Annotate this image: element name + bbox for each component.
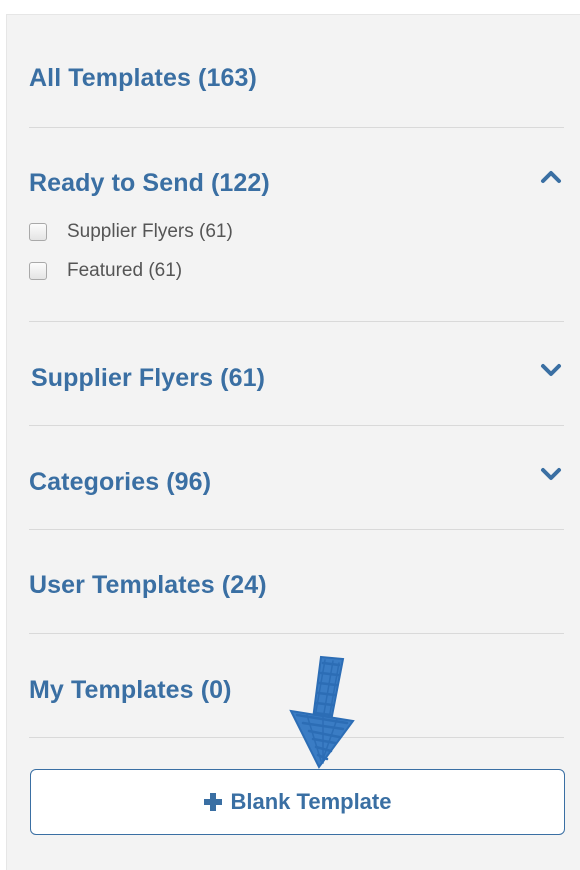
filter-supplier-flyers[interactable]: Supplier Flyers (61) bbox=[29, 220, 233, 244]
featured-checkbox[interactable] bbox=[29, 262, 47, 280]
chevron-down-icon[interactable] bbox=[538, 360, 564, 380]
blank-template-label: Blank Template bbox=[230, 789, 392, 814]
divider bbox=[29, 633, 564, 634]
plus-icon bbox=[203, 793, 222, 811]
supplier-flyers-header[interactable]: Supplier Flyers (61) bbox=[31, 364, 265, 393]
supplier-flyers-checkbox[interactable] bbox=[29, 223, 47, 241]
hand-drawn-arrow-icon bbox=[289, 655, 355, 769]
divider bbox=[29, 529, 564, 530]
chevron-down-icon[interactable] bbox=[538, 464, 564, 484]
filter-label: Supplier Flyers (61) bbox=[67, 221, 233, 242]
user-templates-link[interactable]: User Templates (24) bbox=[29, 571, 267, 600]
filter-label: Featured (61) bbox=[67, 260, 183, 281]
blank-template-button[interactable]: Blank Template bbox=[30, 769, 565, 835]
my-templates-link[interactable]: My Templates (0) bbox=[29, 676, 232, 705]
divider bbox=[29, 425, 564, 426]
all-templates-link[interactable]: All Templates (163) bbox=[29, 64, 257, 93]
categories-header[interactable]: Categories (96) bbox=[29, 468, 211, 497]
divider bbox=[29, 321, 564, 322]
chevron-up-icon[interactable] bbox=[538, 167, 564, 187]
divider bbox=[29, 127, 564, 128]
ready-to-send-header[interactable]: Ready to Send (122) bbox=[29, 169, 270, 198]
template-filter-panel: All Templates (163) Ready to Send (122) … bbox=[6, 14, 580, 870]
filter-featured[interactable]: Featured (61) bbox=[29, 259, 182, 283]
